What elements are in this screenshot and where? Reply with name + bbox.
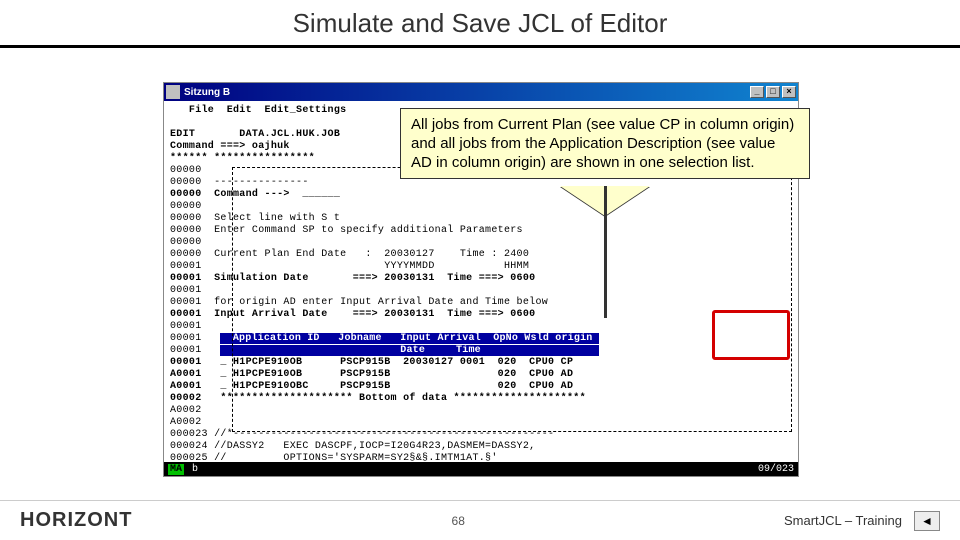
- footer-product: SmartJCL – Training: [784, 513, 902, 528]
- date-fmt: 00001 YYYYMMDD HHMM: [170, 261, 792, 273]
- line-blank2: 00000: [170, 237, 792, 249]
- col-headers-2: Date Time: [220, 345, 598, 356]
- slide-title: Simulate and Save JCL of Editor: [0, 0, 960, 45]
- cp-end-date: 00000 Current Plan End Date : 20030127 T…: [170, 249, 792, 261]
- list-row-2[interactable]: A0001 _ H1PCPE910OB PSCP915B 020 CPU0 AD: [170, 369, 792, 381]
- panel-command[interactable]: 00000 Command ---> ______: [170, 189, 792, 201]
- callout-leader-line: [604, 186, 607, 318]
- instr-select: 00000 Select line with S t: [170, 213, 792, 225]
- line-blank3: 00001: [170, 285, 792, 297]
- jcl-25: 000025 // OPTIONS='SYSPARM=SY2§&§.IMTM1A…: [170, 453, 792, 462]
- col-headers: Application ID Jobname Input Arrival OpN…: [220, 333, 598, 344]
- status-session: b: [192, 464, 198, 475]
- instr-sp: 00000 Enter Command SP to specify additi…: [170, 225, 792, 237]
- page-number: 68: [452, 514, 465, 528]
- maximize-button[interactable]: □: [766, 86, 780, 98]
- title-rule: [0, 45, 960, 48]
- status-ma: MA: [168, 464, 184, 475]
- list-header: 00001 Application ID Jobname Input Arriv…: [170, 333, 792, 345]
- list-header2: 00001 Date Time: [170, 345, 792, 357]
- prev-slide-button[interactable]: ◄: [914, 511, 940, 531]
- window-titlebar[interactable]: Sitzung B _ □ ×: [164, 83, 798, 101]
- footer-brand: HORIZONT: [20, 509, 132, 532]
- line-a0002-2: A0002: [170, 417, 792, 429]
- slide-footer: HORIZONT 68 SmartJCL – Training ◄: [0, 500, 960, 540]
- panel-bottom: 00002 ********************* Bottom of da…: [170, 393, 792, 405]
- origin-ad-note: 00001 for origin AD enter Input Arrival …: [170, 297, 792, 309]
- line-blank: 00000: [170, 201, 792, 213]
- sim-date[interactable]: 00001 Simulation Date ===> 20030131 Time…: [170, 273, 792, 285]
- status-bar: MA b 09/023: [164, 462, 798, 476]
- jcl-23: 000023 //*------------------------------…: [170, 429, 792, 441]
- highlight-origin-column: [712, 310, 790, 360]
- line-a0002: A0002: [170, 405, 792, 417]
- line-blank4: 00001: [170, 321, 792, 333]
- minimize-button[interactable]: _: [750, 86, 764, 98]
- close-button[interactable]: ×: [782, 86, 796, 98]
- list-row-1[interactable]: 00001 _ H1PCPE910OB PSCP915B 20030127 00…: [170, 357, 792, 369]
- window-icon: [166, 85, 180, 99]
- status-cursor: 09/023: [758, 464, 794, 475]
- callout-text: All jobs from Current Plan (see value CP…: [411, 116, 794, 171]
- callout-box: All jobs from Current Plan (see value CP…: [400, 108, 810, 179]
- list-row-3[interactable]: A0001 _ H1PCPE910OBC PSCP915B 020 CPU0 A…: [170, 381, 792, 393]
- input-arrival[interactable]: 00001 Input Arrival Date ===> 20030131 T…: [170, 309, 792, 321]
- arrow-left-icon: ◄: [921, 514, 933, 528]
- jcl-24: 000024 //DASSY2 EXEC DASCPF,IOCP=I20G4R2…: [170, 441, 792, 453]
- window-title: Sitzung B: [184, 87, 750, 98]
